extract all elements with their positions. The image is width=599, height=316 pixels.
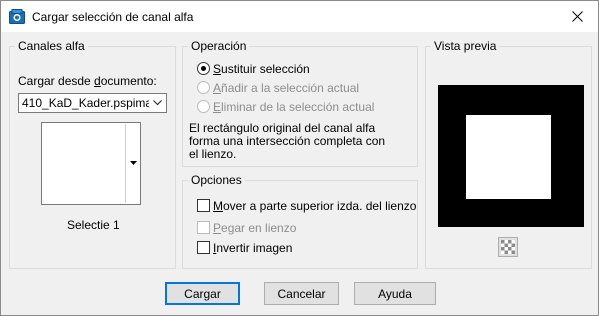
help-button[interactable]: Ayuda [354,282,436,305]
chevron-down-icon[interactable] [149,94,166,112]
radio-selected-dot [201,66,206,71]
operation-description-line2: forma una intersección completa con [189,134,386,148]
document-select[interactable]: 410_KaD_Kader.pspimage [18,93,167,113]
checkbox-invert-image[interactable] [197,241,210,254]
preview-zoom-button[interactable] [498,237,518,257]
radio-remove-label[interactable]: Eliminar de la selección actual [213,100,374,114]
channel-picker[interactable] [41,122,141,205]
radio-add-label[interactable]: Añadir a la selección actual [213,81,359,95]
title-bar[interactable]: Cargar selección de canal alfa [1,1,598,32]
radio-replace-selection[interactable] [197,62,210,75]
close-icon [572,11,583,22]
document-select-value: 410_KaD_Kader.pspimage [22,96,166,110]
radio-add-selection[interactable] [197,81,210,94]
load-from-label: Cargar desde documento: [18,74,157,88]
channel-thumbnail [43,124,126,203]
checkbox-invert-image-label[interactable]: Invertir imagen [213,241,292,255]
load-button[interactable]: Cargar [165,282,240,305]
close-button[interactable] [557,1,598,32]
checkbox-move-top-left-label[interactable]: Mover a parte superior izda. del lienzo [213,199,416,213]
options-group-label: Opciones [188,173,245,187]
window-title: Cargar selección de canal alfa [32,10,194,24]
channels-group-label: Canales alfa [15,39,88,53]
dialog-window: Cargar selección de canal alfa Canales a… [0,0,599,316]
operation-group-label: Operación [188,39,250,53]
app-icon [9,9,25,24]
radio-replace-label[interactable]: Sustituir selección [213,62,310,76]
dropdown-arrow-icon[interactable] [128,156,139,170]
preview-selection-area [466,115,551,199]
checkbox-move-top-left[interactable] [197,199,210,212]
checkbox-paste-canvas[interactable] [197,221,210,234]
channel-name-label: Selectie 1 [67,218,120,232]
radio-remove-selection[interactable] [197,100,210,113]
checkbox-paste-canvas-label[interactable]: Pegar en lienzo [213,221,296,235]
operation-description-line3: el lienzo. [189,147,237,161]
preview-group-label: Vista previa [431,39,500,53]
cancel-button[interactable]: Cancelar [264,282,339,305]
operation-description-line1: El rectángulo original del canal alfa [189,121,376,135]
checker-icon [501,240,515,254]
